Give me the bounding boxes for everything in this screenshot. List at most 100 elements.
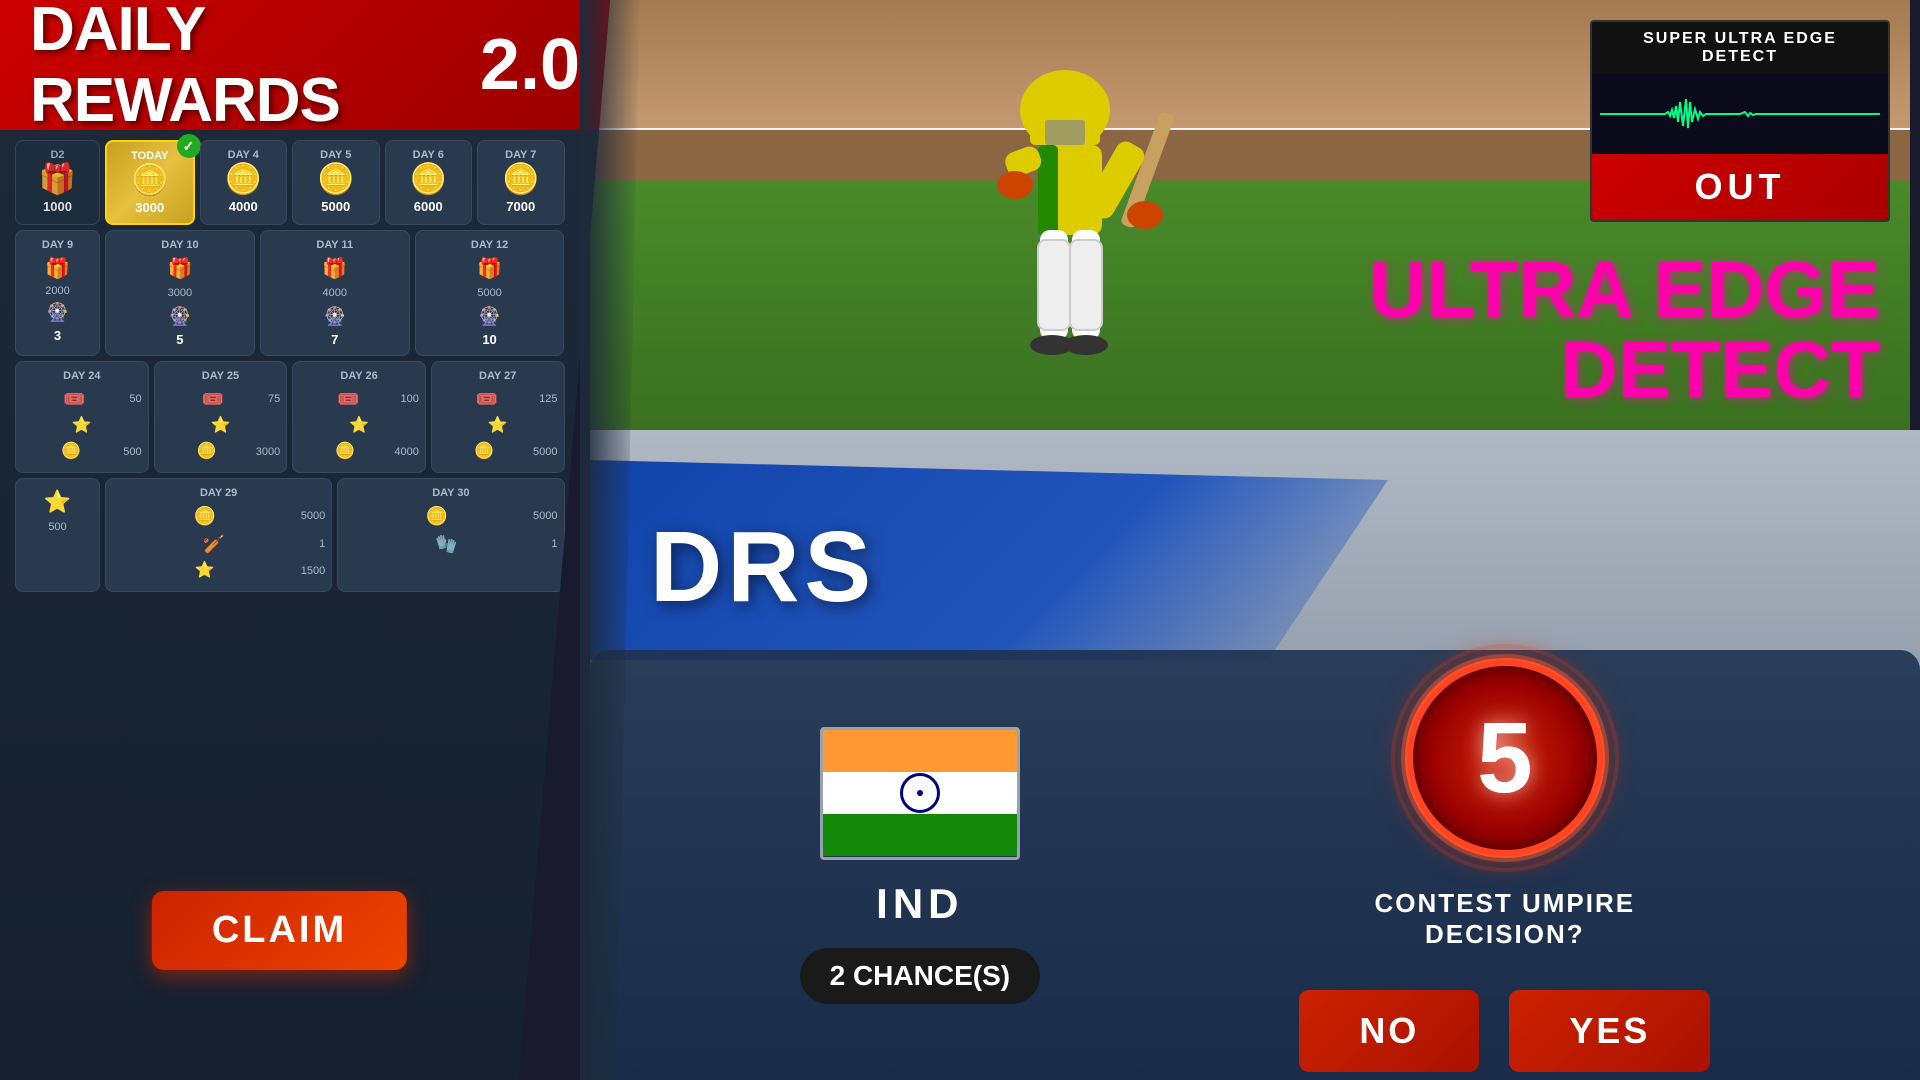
day30-glove: 1 <box>551 538 557 550</box>
days-row-1: D2 🎁 1000 ✓ TODAY 🪙 3000 DAY 4 🪙 4000 DA… <box>15 140 565 225</box>
day2-label: D2 <box>22 149 93 161</box>
day9-gift-icon: 🎁 <box>45 259 70 279</box>
day7-label: DAY 7 <box>484 149 558 161</box>
day27-coins: 5000 <box>533 446 557 458</box>
flag-orange-stripe <box>823 730 1017 772</box>
edge-detect-graph <box>1592 74 1888 154</box>
no-button[interactable]: NO <box>1299 990 1479 1072</box>
day10-coins: 3000 <box>168 287 192 299</box>
days-row-3: DAY 24 🎟️ 50 ⭐ 🪙 500 DAY 25 🎟️ 75 <box>15 361 565 473</box>
edge-detect-header: SUPER ULTRA EDGE DETECT <box>1592 22 1888 74</box>
day24-tickets: 50 <box>129 393 141 405</box>
cricket-scene: SUPER ULTRA EDGE DETECT OUT ULTRA EDGE D… <box>590 0 1910 430</box>
day29-stars: 1500 <box>301 565 325 577</box>
day29-bat-icon: 🏏 <box>203 535 225 553</box>
day5-icon: 🪙 <box>299 165 373 195</box>
day-cell-day11: DAY 11 🎁 4000 🎡 7 <box>260 230 410 356</box>
day-cell-today: ✓ TODAY 🪙 3000 <box>105 140 195 225</box>
india-flag <box>820 727 1020 860</box>
rewards-version: 2.0 <box>480 24 580 106</box>
flag-white-stripe <box>823 772 1017 814</box>
decision-buttons: NO YES <box>1299 990 1710 1072</box>
day30-coins: 5000 <box>533 510 557 522</box>
day-cell-day26: DAY 26 🎟️ 100 ⭐ 🪙 4000 <box>292 361 426 473</box>
day12-coins: 5000 <box>477 287 501 299</box>
edge-detect-title: SUPER ULTRA EDGE DETECT <box>1604 30 1876 66</box>
day-cell-day12: DAY 12 🎁 5000 🎡 10 <box>415 230 565 356</box>
day26-label: DAY 26 <box>299 370 419 382</box>
day9-wheel-icon: 🎡 <box>46 303 68 321</box>
ultra-edge-text-1: ULTRA EDGE <box>1240 250 1880 330</box>
day30-coin-icon: 🪙 <box>426 507 448 525</box>
day4-label: DAY 4 <box>207 149 281 161</box>
chances-badge: 2 CHANCE(S) <box>800 948 1040 1004</box>
day27-label: DAY 27 <box>438 370 558 382</box>
day12-wheel-icon: 🎡 <box>478 307 500 325</box>
day24-coin-icon: 🪙 <box>61 444 81 460</box>
day29-coin-icon: 🪙 <box>194 507 216 525</box>
days-container: D2 🎁 1000 ✓ TODAY 🪙 3000 DAY 4 🪙 4000 DA… <box>0 130 580 607</box>
today-coins: 3000 <box>113 200 187 215</box>
drs-content-card: IND 2 CHANCE(S) 5 CONTEST UMPIRE DECISIO… <box>590 650 1920 1080</box>
day26-coin-icon: 🪙 <box>335 444 355 460</box>
contest-text: CONTEST UMPIRE DECISION? <box>1330 888 1680 950</box>
day4-icon: 🪙 <box>207 165 281 195</box>
edge-detect-panel: SUPER ULTRA EDGE DETECT OUT <box>1590 20 1890 222</box>
day5-coins: 5000 <box>299 199 373 214</box>
claim-button[interactable]: CLAIM <box>152 891 407 970</box>
day30-label: DAY 30 <box>344 487 557 499</box>
ultra-edge-text-2: DETECT <box>1240 330 1880 410</box>
day2-coins: 1000 <box>22 199 93 214</box>
day25-ticket-icon: 🎟️ <box>202 390 224 408</box>
day24-ticket-icon: 🎟️ <box>63 390 85 408</box>
day-cell-day9: DAY 9 🎁 2000 🎡 3 <box>15 230 100 356</box>
yes-button[interactable]: YES <box>1509 990 1710 1072</box>
day-cell-day29: DAY 29 🪙 5000 🏏 1 ⭐ 1500 <box>105 478 332 592</box>
day24-star-icon: ⭐ <box>72 418 92 434</box>
ultra-edge-label: ULTRA EDGE DETECT <box>1210 230 1910 430</box>
day9-extra: 3 <box>22 328 93 343</box>
day6-coins: 6000 <box>392 199 466 214</box>
chakra-center-dot <box>917 790 923 796</box>
day24-label: DAY 24 <box>22 370 142 382</box>
day25-label: DAY 25 <box>161 370 281 382</box>
day11-label: DAY 11 <box>267 239 403 251</box>
day27-tickets: 125 <box>539 393 557 405</box>
day6-icon: 🪙 <box>392 165 466 195</box>
day9-coins: 2000 <box>45 285 69 297</box>
timer-section: 5 CONTEST UMPIRE DECISION? NO YES <box>1299 658 1710 1072</box>
day25-coin-icon: 🪙 <box>197 444 217 460</box>
cricket-player <box>890 30 1240 430</box>
day11-extra: 7 <box>267 332 403 347</box>
day26-star-icon: ⭐ <box>349 418 369 434</box>
day10-label: DAY 10 <box>112 239 248 251</box>
flag-green-stripe <box>823 814 1017 856</box>
day25-star-icon: ⭐ <box>210 418 230 434</box>
day-cell-day27: DAY 27 🎟️ 125 ⭐ 🪙 5000 <box>431 361 565 473</box>
day24-coins: 500 <box>123 446 141 458</box>
today-label: TODAY <box>113 150 187 162</box>
day10-gift-icon: 🎁 <box>167 259 192 279</box>
day26-coins: 4000 <box>394 446 418 458</box>
title-bar: DAILY REWARDS 2.0 <box>0 0 610 130</box>
today-icon: 🪙 <box>113 166 187 196</box>
day5-label: DAY 5 <box>299 149 373 161</box>
day29-coins: 5000 <box>301 510 325 522</box>
day26-tickets: 100 <box>401 393 419 405</box>
day29-label: DAY 29 <box>112 487 325 499</box>
day-cell-day24: DAY 24 🎟️ 50 ⭐ 🪙 500 <box>15 361 149 473</box>
day-cell-day5: DAY 5 🪙 5000 <box>292 140 380 225</box>
timer-ring-outermost <box>1391 644 1619 872</box>
day2-icon: 🎁 <box>22 165 93 195</box>
day29-bat: 1 <box>319 538 325 550</box>
day27-star-icon: ⭐ <box>488 418 508 434</box>
day10-wheel-icon: 🎡 <box>169 307 191 325</box>
day6-label: DAY 6 <box>392 149 466 161</box>
left-panel: DAILY REWARDS 2.0 D2 🎁 1000 ✓ TODAY 🪙 30… <box>0 0 610 1080</box>
ashoka-chakra <box>900 773 940 813</box>
day26-ticket-icon: 🎟️ <box>337 390 359 408</box>
flag-section: IND 2 CHANCE(S) <box>800 727 1040 1004</box>
rewards-title: DAILY REWARDS <box>30 0 470 136</box>
drs-panel: DRS IND 2 CHANCE(S) 5 <box>590 430 1920 1080</box>
day-cell-day4: DAY 4 🪙 4000 <box>200 140 288 225</box>
